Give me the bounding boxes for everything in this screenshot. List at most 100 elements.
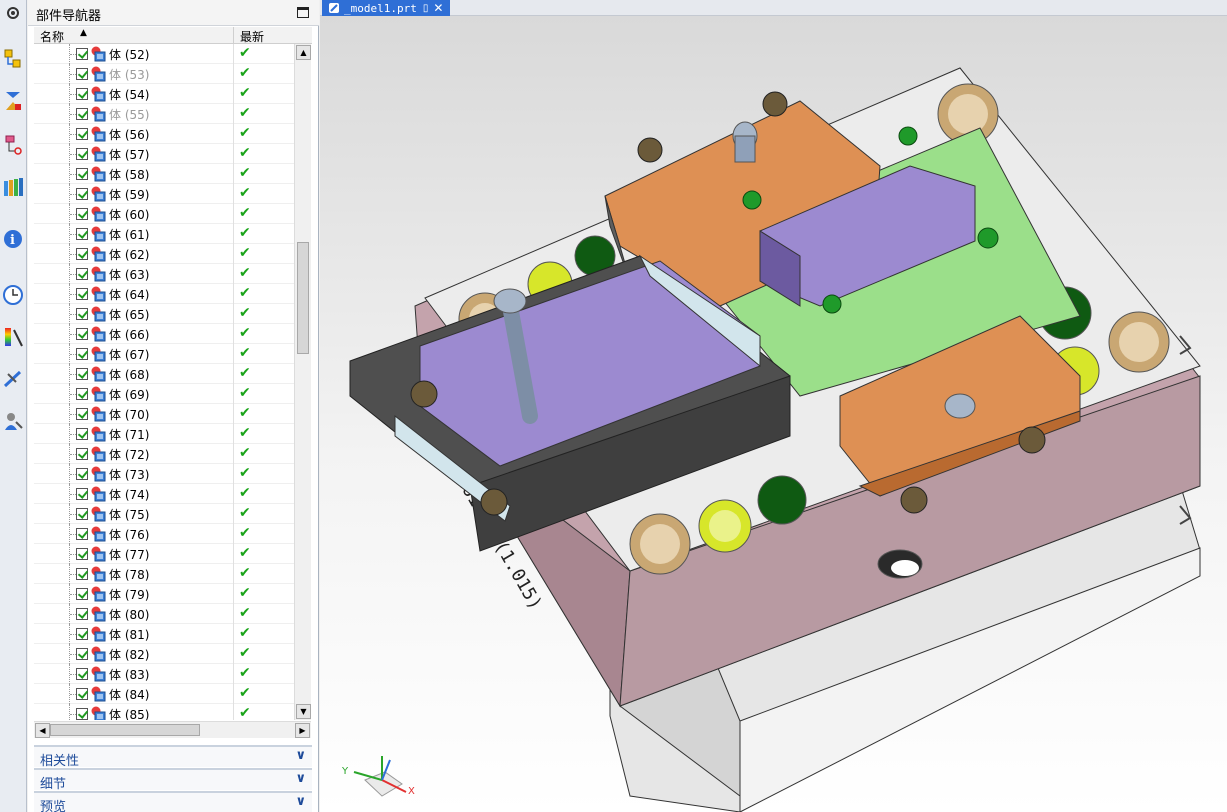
- visibility-checkbox[interactable]: [76, 268, 88, 280]
- tree-row[interactable]: 体 (82) ✔: [34, 644, 294, 664]
- tree-row[interactable]: 体 (69) ✔: [34, 384, 294, 404]
- tree-row[interactable]: 体 (67) ✔: [34, 344, 294, 364]
- graphics-window[interactable]: 12-161-1-8(1.015): [320, 16, 1227, 812]
- tree-row[interactable]: 体 (66) ✔: [34, 324, 294, 344]
- visualization-icon[interactable]: [2, 326, 24, 348]
- tree-row[interactable]: 体 (53) ✔: [34, 64, 294, 84]
- visibility-checkbox[interactable]: [76, 88, 88, 100]
- tree-row[interactable]: 体 (70) ✔: [34, 404, 294, 424]
- visibility-checkbox[interactable]: [76, 368, 88, 380]
- visibility-checkbox[interactable]: [76, 428, 88, 440]
- visibility-checkbox[interactable]: [76, 508, 88, 520]
- visibility-checkbox[interactable]: [76, 288, 88, 300]
- scroll-left-icon[interactable]: ◀: [35, 723, 50, 738]
- tree-row[interactable]: 体 (59) ✔: [34, 184, 294, 204]
- horizontal-scrollbar[interactable]: ◀ ▶: [34, 721, 311, 738]
- vertical-scrollbar[interactable]: ▲ ▼: [294, 44, 311, 720]
- visibility-checkbox[interactable]: [76, 48, 88, 60]
- reuse-library-icon[interactable]: [2, 176, 24, 198]
- web-browser-icon[interactable]: i: [2, 228, 24, 250]
- visibility-checkbox[interactable]: [76, 328, 88, 340]
- tab-menu-icon[interactable]: ▯: [423, 3, 429, 14]
- tree-row[interactable]: 体 (58) ✔: [34, 164, 294, 184]
- tree-row[interactable]: 体 (54) ✔: [34, 84, 294, 104]
- tree-row[interactable]: 体 (55) ✔: [34, 104, 294, 124]
- scroll-right-icon[interactable]: ▶: [295, 723, 310, 738]
- visibility-checkbox[interactable]: [76, 108, 88, 120]
- visibility-checkbox[interactable]: [76, 308, 88, 320]
- constraint-navigator-icon[interactable]: [2, 90, 24, 112]
- vertical-scroll-thumb[interactable]: [297, 242, 309, 354]
- tree-row[interactable]: 体 (72) ✔: [34, 444, 294, 464]
- column-latest-header[interactable]: 最新: [240, 28, 264, 45]
- visibility-checkbox[interactable]: [76, 448, 88, 460]
- section-details[interactable]: 细节 ∨: [34, 768, 312, 792]
- tree-row[interactable]: 体 (81) ✔: [34, 624, 294, 644]
- tab-model1[interactable]: _model1.prt ▯ ✕: [322, 0, 450, 16]
- tree-row[interactable]: 体 (60) ✔: [34, 204, 294, 224]
- horizontal-scroll-thumb[interactable]: [50, 724, 200, 736]
- tree-row[interactable]: 体 (78) ✔: [34, 564, 294, 584]
- chevron-down-icon[interactable]: ∨: [295, 794, 306, 809]
- tree-row[interactable]: 体 (84) ✔: [34, 684, 294, 704]
- assembly-navigator-icon[interactable]: [2, 48, 24, 70]
- tree-row[interactable]: 体 (77) ✔: [34, 544, 294, 564]
- visibility-checkbox[interactable]: [76, 688, 88, 700]
- visibility-checkbox[interactable]: [76, 708, 88, 720]
- sort-ascending-icon[interactable]: ▲: [80, 28, 87, 38]
- visibility-checkbox[interactable]: [76, 168, 88, 180]
- part-navigator-icon[interactable]: [2, 134, 24, 156]
- settings-icon[interactable]: [2, 2, 24, 24]
- chevron-down-icon[interactable]: ∨: [295, 748, 306, 763]
- history-icon[interactable]: [2, 284, 24, 306]
- tree-row[interactable]: 体 (76) ✔: [34, 524, 294, 544]
- maximize-icon[interactable]: [297, 7, 309, 18]
- tree-row[interactable]: 体 (83) ✔: [34, 664, 294, 684]
- tree-row[interactable]: 体 (73) ✔: [34, 464, 294, 484]
- visibility-checkbox[interactable]: [76, 148, 88, 160]
- visibility-checkbox[interactable]: [76, 528, 88, 540]
- tree-row[interactable]: 体 (68) ✔: [34, 364, 294, 384]
- tree-row[interactable]: 体 (74) ✔: [34, 484, 294, 504]
- tree-row[interactable]: 体 (79) ✔: [34, 584, 294, 604]
- tree-row[interactable]: 体 (71) ✔: [34, 424, 294, 444]
- visibility-checkbox[interactable]: [76, 408, 88, 420]
- column-divider[interactable]: [233, 27, 234, 44]
- visibility-checkbox[interactable]: [76, 348, 88, 360]
- visibility-checkbox[interactable]: [76, 228, 88, 240]
- tree-row[interactable]: 体 (80) ✔: [34, 604, 294, 624]
- section-dependencies[interactable]: 相关性 ∨: [34, 745, 312, 769]
- visibility-checkbox[interactable]: [76, 208, 88, 220]
- tree-row[interactable]: 体 (65) ✔: [34, 304, 294, 324]
- visibility-checkbox[interactable]: [76, 488, 88, 500]
- scroll-down-icon[interactable]: ▼: [296, 704, 311, 719]
- tree-row[interactable]: 体 (64) ✔: [34, 284, 294, 304]
- scroll-up-icon[interactable]: ▲: [296, 45, 311, 60]
- visibility-checkbox[interactable]: [76, 628, 88, 640]
- tree-row[interactable]: 体 (62) ✔: [34, 244, 294, 264]
- tree-row[interactable]: 体 (75) ✔: [34, 504, 294, 524]
- visibility-checkbox[interactable]: [76, 548, 88, 560]
- section-preview[interactable]: 预览 ∨: [34, 791, 312, 812]
- visibility-checkbox[interactable]: [76, 128, 88, 140]
- visibility-checkbox[interactable]: [76, 648, 88, 660]
- visibility-checkbox[interactable]: [76, 568, 88, 580]
- visibility-checkbox[interactable]: [76, 388, 88, 400]
- visibility-checkbox[interactable]: [76, 68, 88, 80]
- tree-row[interactable]: 体 (56) ✔: [34, 124, 294, 144]
- tree-row[interactable]: 体 (61) ✔: [34, 224, 294, 244]
- tree-row[interactable]: 体 (63) ✔: [34, 264, 294, 284]
- mold-model[interactable]: 12-161-1-8(1.015): [320, 16, 1227, 812]
- system-materials-icon[interactable]: [2, 368, 24, 390]
- visibility-checkbox[interactable]: [76, 588, 88, 600]
- visibility-checkbox[interactable]: [76, 468, 88, 480]
- column-name-header[interactable]: 名称: [40, 28, 64, 45]
- roles-icon[interactable]: [2, 410, 24, 432]
- tree-row[interactable]: 体 (52) ✔: [34, 44, 294, 64]
- visibility-checkbox[interactable]: [76, 248, 88, 260]
- tree-row[interactable]: 体 (85) ✔: [34, 704, 294, 720]
- visibility-checkbox[interactable]: [76, 608, 88, 620]
- chevron-down-icon[interactable]: ∨: [295, 771, 306, 786]
- close-icon[interactable]: ✕: [433, 1, 443, 15]
- tree-row[interactable]: 体 (57) ✔: [34, 144, 294, 164]
